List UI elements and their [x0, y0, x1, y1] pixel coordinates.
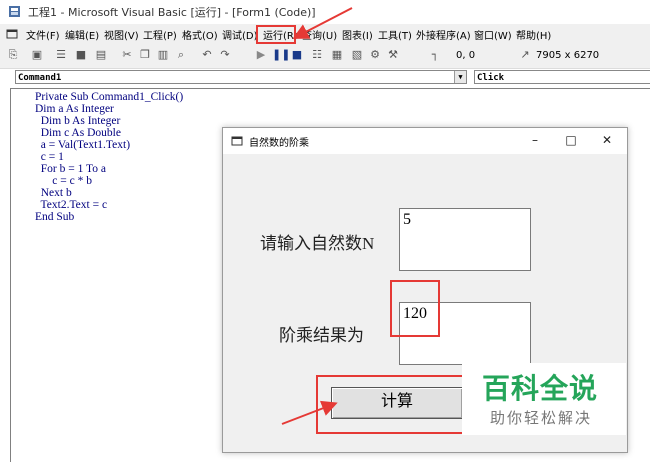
arrow-to-run-menu: [292, 7, 353, 39]
watermark-logo: 百科全说 助你轻松解决: [462, 363, 626, 435]
watermark-title: 百科全说: [482, 372, 599, 405]
watermark-subtitle: 助你轻松解决: [490, 409, 593, 427]
arrow-to-button: [281, 400, 338, 425]
